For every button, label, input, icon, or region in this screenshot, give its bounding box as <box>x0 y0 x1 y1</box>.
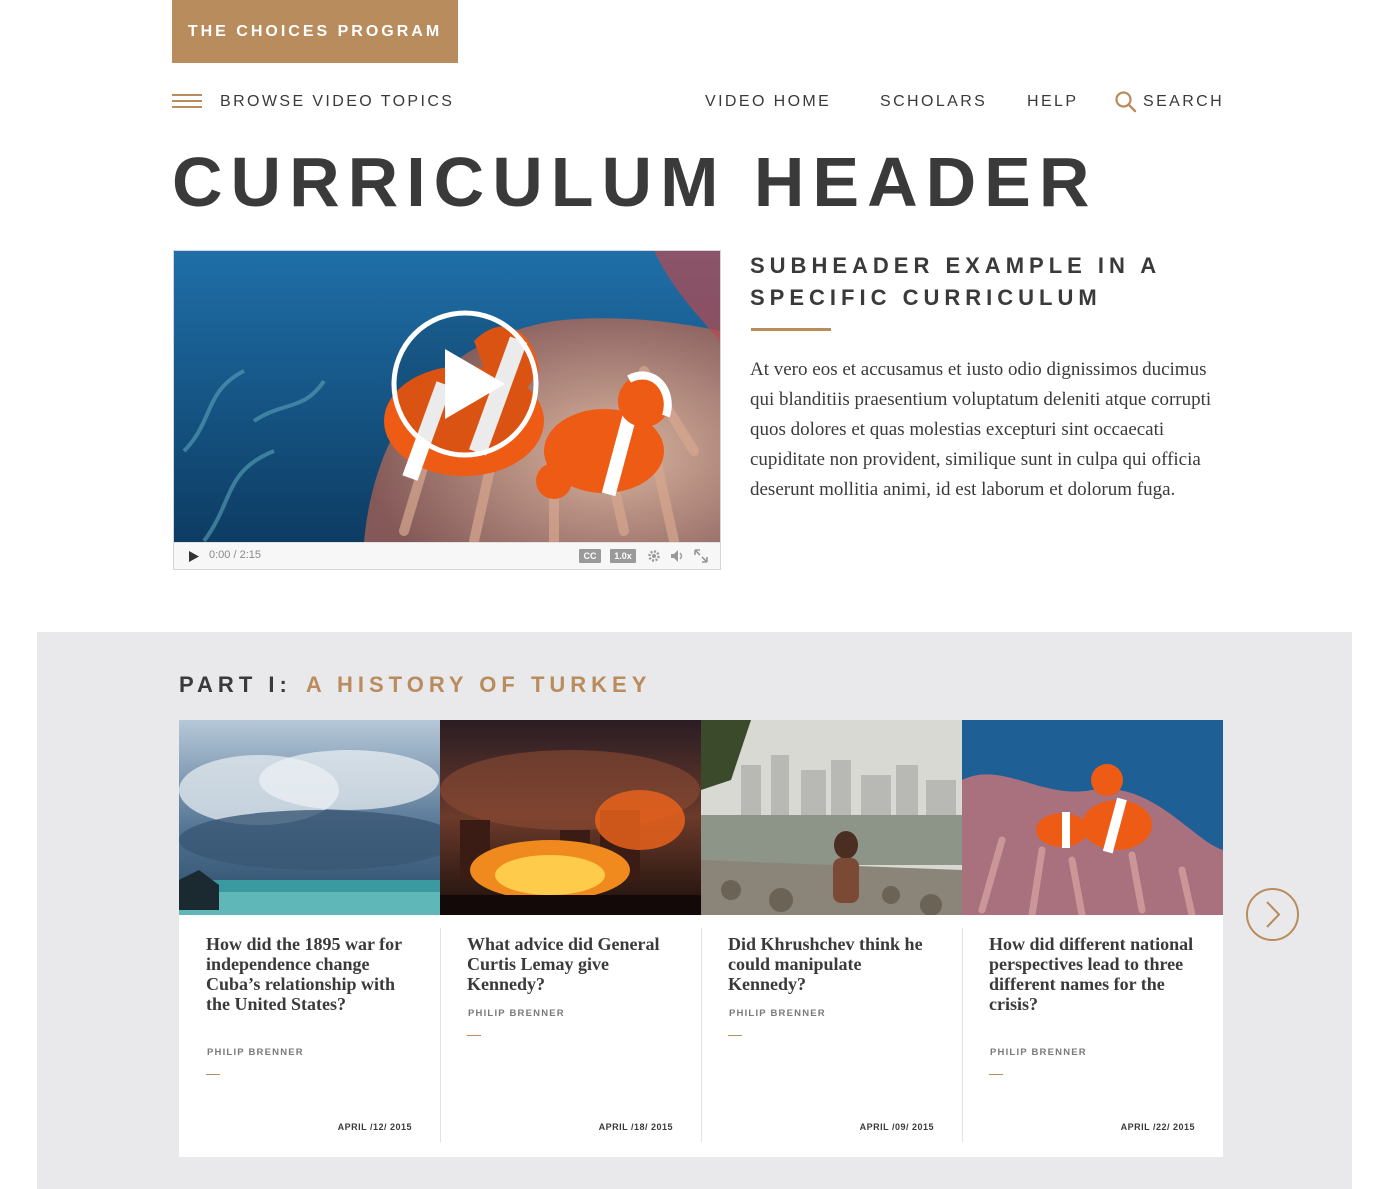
card-author: PHILIP BRENNER <box>207 1047 304 1058</box>
video-controls: 0:00 / 2:15 CC 1.0x <box>174 542 720 569</box>
card-title[interactable]: How did different national perspectives … <box>989 934 1199 1014</box>
video-card-list: How did the 1895 war for independence ch… <box>179 720 1223 1157</box>
page-title: CURRICULUM HEADER <box>172 143 1098 221</box>
card-divider <box>440 928 441 1142</box>
card-thumbnail-fire[interactable] <box>440 720 701 915</box>
body-paragraph: At vero eos et accusamus et iusto odio d… <box>750 359 1212 500</box>
card-thumbnail-stormy-sea[interactable] <box>179 720 440 915</box>
card-title[interactable]: How did the 1895 war for independence ch… <box>206 934 416 1014</box>
video-card[interactable]: Did Khrushchev think he could manipulate… <box>701 720 962 1157</box>
card-date: APRIL /18/ 2015 <box>598 1122 673 1132</box>
card-thumbnail-clownfish[interactable] <box>962 720 1223 915</box>
speed-button[interactable]: 1.0x <box>610 549 636 563</box>
video-player[interactable]: 0:00 / 2:15 CC 1.0x <box>173 250 721 570</box>
card-dash <box>989 1074 1003 1075</box>
card-author: PHILIP BRENNER <box>468 1008 565 1019</box>
hamburger-menu-icon[interactable] <box>172 94 202 110</box>
main-nav: BROWSE VIDEO TOPICS VIDEO HOME SCHOLARS … <box>172 88 1222 118</box>
card-date: APRIL /12/ 2015 <box>337 1122 412 1132</box>
video-time: 0:00 / 2:15 <box>209 549 261 561</box>
section-topic-label[interactable]: A HISTORY OF TURKEY <box>306 672 652 697</box>
volume-icon[interactable] <box>670 549 684 563</box>
card-thumbnail-city-shore[interactable] <box>701 720 962 915</box>
card-divider <box>962 928 963 1142</box>
accent-rule <box>751 328 831 331</box>
card-title[interactable]: Did Khrushchev think he could manipulate… <box>728 934 938 994</box>
card-divider <box>701 928 702 1142</box>
card-dash <box>206 1074 220 1075</box>
play-button-icon[interactable] <box>390 309 540 459</box>
nav-scholars[interactable]: SCHOLARS <box>880 93 987 111</box>
next-chevron-icon[interactable] <box>1245 887 1300 942</box>
card-author: PHILIP BRENNER <box>729 1008 826 1019</box>
search-icon[interactable] <box>1114 90 1138 114</box>
card-dash <box>467 1035 481 1036</box>
video-card[interactable]: How did different national perspectives … <box>962 720 1223 1157</box>
nav-video-home[interactable]: VIDEO HOME <box>705 93 831 111</box>
card-author: PHILIP BRENNER <box>990 1047 1087 1058</box>
nav-browse-video-topics[interactable]: BROWSE VIDEO TOPICS <box>220 93 454 111</box>
section-title: PART I: A HISTORY OF TURKEY <box>179 672 651 698</box>
section-part-label: PART I: <box>179 672 292 697</box>
card-date: APRIL /22/ 2015 <box>1120 1122 1195 1132</box>
captions-button[interactable]: CC <box>579 549 601 563</box>
play-control-icon[interactable] <box>188 550 200 563</box>
video-card[interactable]: What advice did General Curtis Lemay giv… <box>440 720 701 1157</box>
nav-search[interactable]: SEARCH <box>1143 93 1224 111</box>
brand-logo-button[interactable]: THE CHOICES PROGRAM <box>172 0 458 63</box>
card-dash <box>728 1035 742 1036</box>
nav-help[interactable]: HELP <box>1027 93 1078 111</box>
subheader: SUBHEADER EXAMPLE IN A SPECIFIC CURRICUL… <box>750 253 1161 310</box>
settings-gear-icon[interactable] <box>647 549 661 563</box>
video-card[interactable]: How did the 1895 war for independence ch… <box>179 720 440 1157</box>
card-date: APRIL /09/ 2015 <box>859 1122 934 1132</box>
card-title[interactable]: What advice did General Curtis Lemay giv… <box>467 934 677 994</box>
fullscreen-icon[interactable] <box>694 549 708 563</box>
